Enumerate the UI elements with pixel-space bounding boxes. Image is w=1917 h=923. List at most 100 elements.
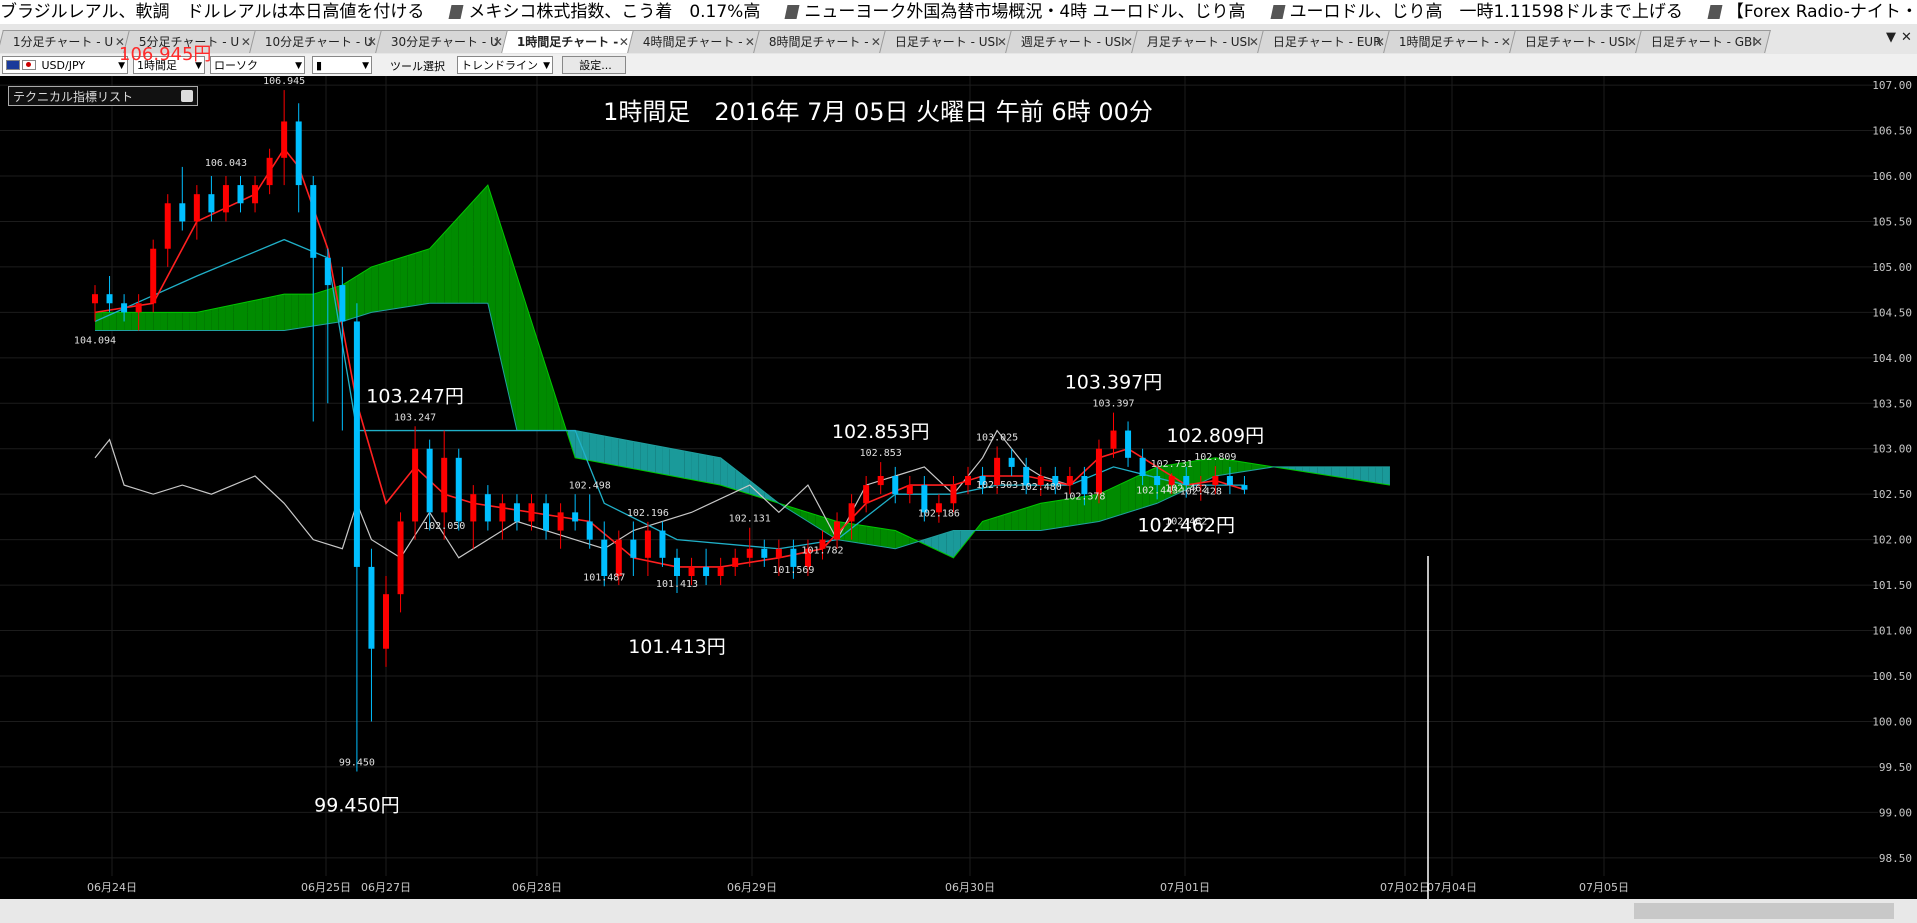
candle-body [164, 203, 171, 249]
ichimoku-cloud-segment [1375, 466, 1383, 484]
horizontal-scrollbar[interactable] [0, 899, 1917, 923]
news-document-icon [784, 5, 800, 19]
price-callout-label: 103.397円 [1065, 372, 1163, 394]
chart-tab[interactable]: 日足チャート - USI ✕ [879, 30, 1015, 53]
technical-indicator-list[interactable]: テクニカル指標リスト [8, 86, 198, 106]
price-callout-label: 102.809円 [1167, 425, 1265, 447]
ticker-item[interactable]: ニューヨーク外国為替市場概況・4時 ユーロドル、じり高 [784, 0, 1246, 24]
chart-area[interactable]: 106.945 106.043 104.094 103.247 102.050 102.4… [0, 76, 1917, 899]
news-ticker[interactable]: ブラジルレアル、軟調 ドルレアルは本日高値を付ける メキシコ株式指数、こう着 0.… [0, 0, 1917, 24]
candle-body [674, 557, 680, 576]
ichimoku-cloud-segment [1382, 466, 1390, 486]
ichimoku-cloud-segment [189, 312, 197, 331]
ichimoku-cloud-segment [480, 185, 488, 304]
y-axis-tick-label: 104.50 [1872, 306, 1912, 319]
chart-toolbar: USD/JPY ▼ 1時間足 ▼ ローソク ▼ ▮ ▼ ツール選択 トレンドライ… [0, 44, 1917, 76]
ichimoku-cloud-segment [546, 366, 554, 431]
us-flag-icon [6, 60, 20, 70]
ichimoku-cloud-segment [451, 216, 459, 304]
candle-body [732, 557, 739, 567]
chart-tab[interactable]: 1分足チャート - U ✕ [0, 30, 133, 53]
ichimoku-cloud-segment [698, 453, 707, 483]
ticker-item[interactable]: メキシコ株式指数、こう着 0.17%高 [448, 0, 760, 24]
chart-style-select[interactable]: ローソク ▼ [210, 56, 305, 74]
candle-icon-select[interactable]: ▮ ▼ [312, 56, 372, 74]
candle-body [1110, 430, 1117, 449]
ticker-item[interactable]: 【Forex Radio-ナイト・バー [1707, 0, 1917, 24]
ichimoku-cloud-segment [713, 456, 721, 486]
maximize-icon[interactable] [181, 90, 193, 102]
news-document-icon [448, 5, 464, 19]
ichimoku-cloud-segment [386, 260, 394, 311]
close-all-icon[interactable]: ✕ [1901, 30, 1912, 45]
ichimoku-cloud-segment [1040, 502, 1049, 531]
chart-tab[interactable]: 1時間足チャート - ✕ [501, 30, 637, 53]
x-axis-tick-label: 06月25日 [301, 881, 351, 894]
chart-tab[interactable]: 月足チャート - USI ✕ [1131, 30, 1267, 53]
currency-pair-select[interactable]: USD/JPY ▼ [2, 56, 128, 74]
ichimoku-cloud-segment [589, 433, 597, 462]
ticker-item[interactable]: ブラジルレアル、軟調 ドルレアルは本日高値を付ける [0, 0, 424, 24]
tool-select[interactable]: トレンドライン ▼ [457, 56, 553, 74]
price-annotation: 103.397 [1092, 399, 1134, 410]
ichimoku-cloud-segment [305, 294, 314, 328]
y-axis-tick-label: 98.50 [1879, 852, 1912, 865]
candle-body [1212, 476, 1219, 486]
chart-tab[interactable]: 4時間足チャート - ✕ [627, 30, 763, 53]
settings-button[interactable]: 設定... [562, 56, 626, 74]
chart-tab[interactable]: 30分足チャート - U ✕ [375, 30, 511, 53]
chart-tab[interactable]: 1時間足チャート - ✕ [1383, 30, 1519, 53]
candle-body [310, 185, 317, 258]
ichimoku-cloud-segment [1113, 483, 1121, 517]
y-axis-tick-label: 105.00 [1872, 261, 1912, 274]
chart-tab-label: 8時間足チャート - [768, 35, 869, 49]
candle-body [615, 539, 622, 576]
candle-body [586, 521, 593, 540]
chart-style-value: ローソク [214, 59, 258, 72]
ichimoku-cloud-segment [429, 240, 437, 304]
close-tab-icon[interactable]: ✕ [1753, 31, 1763, 53]
chart-tab-label: 月足チャート - USI [1146, 35, 1251, 49]
candle-body [150, 248, 157, 304]
ichimoku-cloud-segment [458, 208, 467, 304]
x-axis-tick-label: 06月24日 [87, 881, 137, 894]
ichimoku-cloud-segment [415, 251, 423, 306]
chart-tab[interactable]: 日足チャート - USI ✕ [1509, 30, 1645, 53]
chart-tab-label: 日足チャート - GBI [1650, 35, 1756, 49]
ticker-text: ニューヨーク外国為替市場概況・4時 ユーロドル、じり高 [804, 2, 1246, 22]
candle-body [659, 530, 666, 558]
scrollbar-thumb[interactable] [1634, 903, 1894, 919]
chart-title: 1時間足 2016年 7月 05日 火曜日 午前 6時 00分 [603, 98, 1153, 126]
ticker-item[interactable]: ユーロドル、じり高 一時1.11598ドルまで上げる [1270, 0, 1683, 24]
candle-body [237, 185, 244, 204]
price-chart[interactable]: 106.945 106.043 104.094 103.247 102.050 102.4… [0, 76, 1917, 899]
ichimoku-cloud-segment [1360, 466, 1369, 482]
ichimoku-cloud-segment [1237, 461, 1245, 473]
ichimoku-cloud-segment [880, 528, 888, 548]
chart-tab[interactable]: 日足チャート - GBI ✕ [1635, 30, 1771, 53]
chart-tab[interactable]: 日足チャート - EUR ✕ [1257, 30, 1393, 53]
chart-tab[interactable]: 10分足チャート - U ✕ [249, 30, 385, 53]
ichimoku-cloud-segment [313, 291, 321, 326]
ichimoku-cloud-segment [436, 232, 445, 304]
ticker-text: ブラジルレアル、軟調 ドルレアルは本日高値を付ける [0, 2, 425, 22]
candle-body [179, 203, 186, 222]
ichimoku-cloud-segment [233, 303, 241, 331]
chart-tab[interactable]: 8時間足チャート - ✕ [753, 30, 889, 53]
ichimoku-cloud-segment [1062, 498, 1070, 528]
tab-list-dropdown-icon[interactable]: ▼ [1886, 30, 1896, 45]
candle-body [717, 566, 724, 576]
ichimoku-cloud-segment [225, 304, 234, 331]
y-axis-tick-label: 101.00 [1872, 625, 1912, 638]
ticker-text: ユーロドル、じり高 一時1.11598ドルまで上げる [1289, 2, 1683, 22]
price-annotation: 102.480 [1020, 482, 1062, 493]
ichimoku-cloud-segment [640, 442, 648, 472]
chart-tab[interactable]: 週足チャート - USI ✕ [1005, 30, 1141, 53]
candle-body [848, 503, 855, 522]
ichimoku-cloud-segment [1346, 466, 1354, 480]
price-annotation: 102.853 [860, 448, 902, 459]
y-axis-tick-label: 100.50 [1872, 670, 1912, 683]
candle-body [965, 476, 971, 486]
ichimoku-cloud-segment [516, 276, 525, 431]
price-annotation: 102.809 [1194, 452, 1236, 463]
